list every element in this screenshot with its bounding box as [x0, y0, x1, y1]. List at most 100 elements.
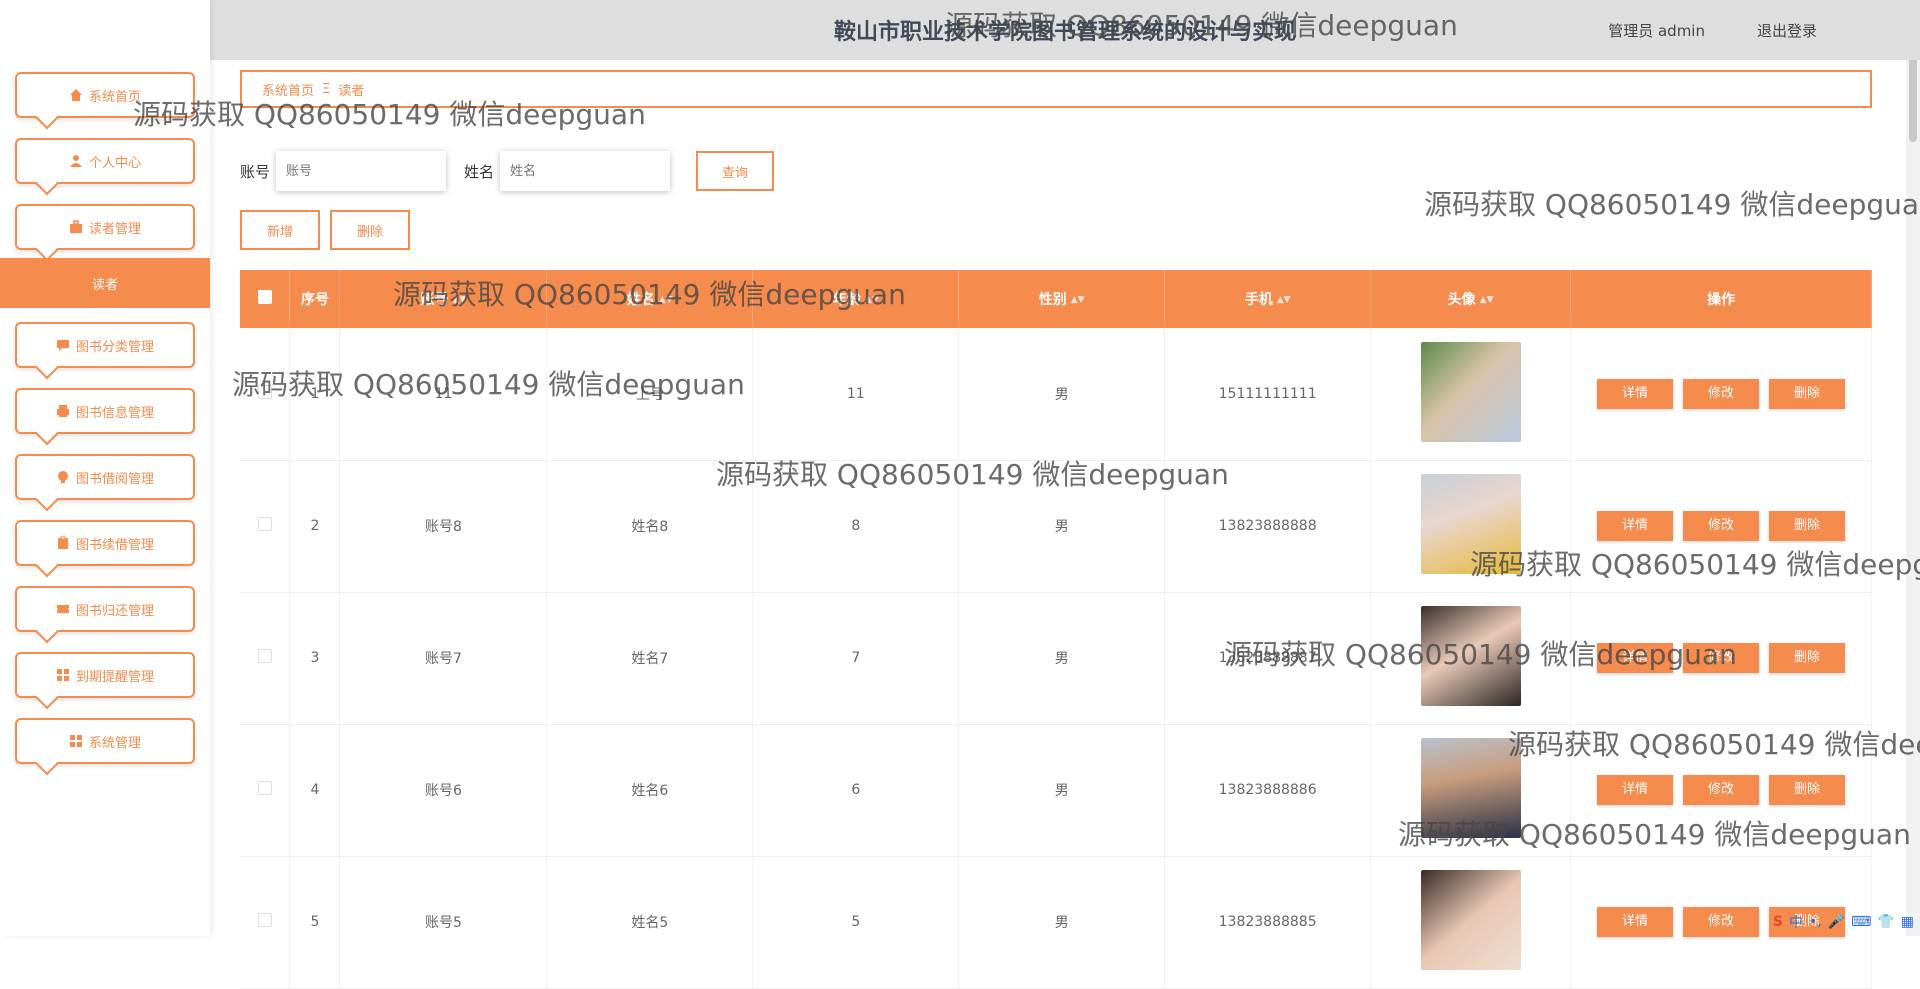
row-checkbox-cell[interactable]: [240, 724, 290, 856]
bulb-icon: [56, 470, 70, 484]
batch-delete-button[interactable]: 删除: [330, 210, 410, 250]
column-header-phone[interactable]: 手机▲▼: [1165, 270, 1371, 328]
sidebar-item-personal-center[interactable]: 个人中心: [15, 138, 195, 184]
column-header-account[interactable]: 账号▲▼: [340, 270, 547, 328]
top-header: 鞍山市职业技术学院图书管理系统的设计与实现 管理员 admin 退出登录: [210, 0, 1920, 60]
avatar[interactable]: [1421, 474, 1521, 574]
cell-gender: 男: [959, 592, 1165, 724]
column-header-name[interactable]: 姓名▲▼: [547, 270, 753, 328]
row-checkbox-cell[interactable]: [240, 592, 290, 724]
punct-icon[interactable]: •,: [1809, 914, 1822, 930]
avatar[interactable]: [1421, 606, 1521, 706]
cell-actions: 详情修改删除: [1571, 592, 1872, 724]
cell-account: 账号6: [340, 724, 547, 856]
edit-button[interactable]: 修改: [1683, 775, 1759, 805]
add-button[interactable]: 新增: [240, 210, 320, 250]
sidebar-subitem-reader[interactable]: 读者: [0, 258, 210, 308]
sort-icon[interactable]: ▲▼: [659, 295, 673, 305]
detail-button[interactable]: 详情: [1597, 511, 1673, 541]
shirt-icon[interactable]: 👕: [1877, 914, 1894, 930]
delete-button[interactable]: 删除: [1769, 643, 1845, 673]
detail-button[interactable]: 详情: [1597, 643, 1673, 673]
table-row: 4 账号6 姓名6 6 男 13823888886 详情修改删除: [240, 724, 1872, 856]
chat-icon: [56, 338, 70, 352]
search-button[interactable]: 查询: [696, 151, 774, 191]
keyboard-icon[interactable]: ⌨: [1851, 914, 1871, 930]
sort-icon[interactable]: ▲▼: [1071, 295, 1085, 305]
cell-gender: 男: [959, 460, 1165, 592]
search-bar: 账号 姓名 查询: [240, 150, 774, 192]
cell-age: 11: [753, 328, 959, 460]
cell-index: 5: [290, 856, 340, 988]
edit-button[interactable]: 修改: [1683, 511, 1759, 541]
breadcrumb-separator: Ξ: [322, 82, 330, 97]
ime-mode-icon[interactable]: 中: [1789, 912, 1803, 932]
column-header-actions: 操作: [1571, 270, 1872, 328]
cell-avatar: [1371, 328, 1571, 460]
row-checkbox[interactable]: [258, 385, 272, 399]
edit-button[interactable]: 修改: [1683, 643, 1759, 673]
name-label: 姓名: [464, 161, 494, 182]
cell-phone: 13823888888: [1165, 460, 1371, 592]
sort-icon[interactable]: ▲▼: [1277, 295, 1291, 305]
sidebar-item-system-management[interactable]: 系统管理: [15, 718, 195, 764]
sidebar-item-book-return[interactable]: 图书归还管理: [15, 586, 195, 632]
sidebar-item-book-borrow[interactable]: 图书借阅管理: [15, 454, 195, 500]
column-header-index: 序号: [290, 270, 340, 328]
column-header-age[interactable]: 年龄▲▼: [753, 270, 959, 328]
cell-account: 账号5: [340, 856, 547, 988]
sidebar-item-book-info[interactable]: 图书信息管理: [15, 388, 195, 434]
breadcrumb-current: 读者: [338, 80, 364, 99]
page-scrollbar[interactable]: [1906, 0, 1920, 936]
sidebar-item-book-category[interactable]: 图书分类管理: [15, 322, 195, 368]
grid-icon[interactable]: ▦: [1901, 914, 1914, 930]
detail-button[interactable]: 详情: [1597, 907, 1673, 937]
mic-icon[interactable]: 🎤: [1828, 914, 1845, 930]
cell-actions: 详情修改删除: [1571, 724, 1872, 856]
row-checkbox[interactable]: [258, 517, 272, 531]
logout-link[interactable]: 退出登录: [1757, 20, 1817, 41]
row-checkbox-cell[interactable]: [240, 460, 290, 592]
clipboard-icon: [56, 536, 70, 550]
ime-icon[interactable]: S: [1773, 914, 1783, 930]
sidebar-item-label: 图书续借管理: [76, 534, 154, 553]
watermark-text: 源码获取 QQ86050149 微信deepguan: [1424, 183, 1920, 223]
detail-button[interactable]: 详情: [1597, 379, 1673, 409]
sidebar-item-due-reminder[interactable]: 到期提醒管理: [15, 652, 195, 698]
home-icon: [69, 88, 83, 102]
select-all-checkbox[interactable]: [258, 290, 272, 304]
cell-name: 姓名5: [547, 856, 753, 988]
column-header-avatar[interactable]: 头像▲▼: [1371, 270, 1571, 328]
cell-index: 2: [290, 460, 340, 592]
breadcrumb-home[interactable]: 系统首页: [262, 80, 314, 99]
sidebar-item-reader-management[interactable]: 读者管理: [15, 204, 195, 250]
select-all-header[interactable]: [240, 270, 290, 328]
table-header-row: 序号 账号▲▼ 姓名▲▼ 年龄▲▼ 性别▲▼ 手机▲▼ 头像▲▼ 操作: [240, 270, 1872, 328]
printer-icon: [56, 404, 70, 418]
name-input[interactable]: [500, 151, 670, 191]
detail-button[interactable]: 详情: [1597, 775, 1673, 805]
delete-button[interactable]: 删除: [1769, 379, 1845, 409]
sort-icon[interactable]: ▲▼: [453, 295, 467, 305]
edit-button[interactable]: 修改: [1683, 379, 1759, 409]
row-checkbox[interactable]: [258, 649, 272, 663]
delete-button[interactable]: 删除: [1769, 775, 1845, 805]
grid-icon: [69, 734, 83, 748]
avatar[interactable]: [1421, 738, 1521, 838]
row-checkbox[interactable]: [258, 781, 272, 795]
row-checkbox-cell[interactable]: [240, 328, 290, 460]
sidebar-item-home[interactable]: 系统首页: [15, 72, 195, 118]
sort-icon[interactable]: ▲▼: [865, 295, 879, 305]
delete-button[interactable]: 删除: [1769, 511, 1845, 541]
avatar[interactable]: [1421, 342, 1521, 442]
row-checkbox[interactable]: [258, 913, 272, 927]
column-header-gender[interactable]: 性别▲▼: [959, 270, 1165, 328]
cell-index: 3: [290, 592, 340, 724]
avatar[interactable]: [1421, 870, 1521, 970]
row-checkbox-cell[interactable]: [240, 856, 290, 988]
table-row: 3 账号7 姓名7 7 男 13823888887 详情修改删除: [240, 592, 1872, 724]
account-input[interactable]: [276, 151, 446, 191]
sidebar-item-book-renew[interactable]: 图书续借管理: [15, 520, 195, 566]
cell-name: 姓名6: [547, 724, 753, 856]
sort-icon[interactable]: ▲▼: [1480, 295, 1494, 305]
